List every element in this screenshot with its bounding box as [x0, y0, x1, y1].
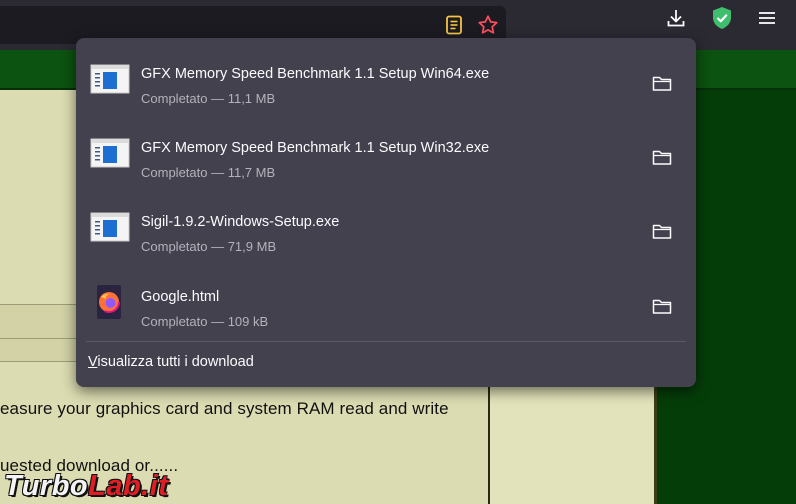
download-status: Completato — 71,9 MB [141, 239, 277, 254]
exe-file-icon [90, 64, 130, 94]
exe-file-icon [90, 138, 130, 168]
show-all-downloads-link[interactable]: Visualizza tutti i download [88, 354, 254, 370]
turbolab-watermark-logo: TurboLab.it [4, 470, 169, 502]
firefox-html-file-icon [94, 284, 124, 320]
folder-icon[interactable] [650, 146, 674, 168]
download-filename: Google.html [141, 289, 220, 305]
folder-icon[interactable] [650, 295, 674, 317]
download-item[interactable]: GFX Memory Speed Benchmark 1.1 Setup Win… [82, 44, 690, 112]
shield-check-icon[interactable] [707, 3, 737, 33]
download-item[interactable]: GFX Memory Speed Benchmark 1.1 Setup Win… [82, 118, 690, 186]
download-filename: GFX Memory Speed Benchmark 1.1 Setup Win… [141, 140, 490, 156]
download-status: Completato — 11,1 MB [141, 91, 276, 106]
downloads-arrow-icon[interactable] [661, 3, 691, 33]
download-status: Completato — 11,7 MB [141, 165, 276, 180]
folder-icon[interactable] [650, 220, 674, 242]
download-status: Completato — 109 kB [141, 314, 269, 329]
reader-view-icon[interactable] [439, 10, 469, 40]
panel-separator [86, 341, 686, 342]
download-filename: GFX Memory Speed Benchmark 1.1 Setup Win… [141, 66, 490, 82]
bookmark-star-icon[interactable] [473, 10, 503, 40]
download-item[interactable]: Sigil-1.9.2-Windows-Setup.exe Completato… [82, 192, 690, 260]
download-item[interactable]: Google.html Completato — 109 kB [82, 267, 690, 335]
page-text-line: easure your graphics card and system RAM… [0, 399, 449, 418]
downloads-panel: GFX Memory Speed Benchmark 1.1 Setup Win… [76, 38, 696, 387]
folder-icon[interactable] [650, 72, 674, 94]
hamburger-menu-icon[interactable] [752, 3, 782, 33]
download-filename: Sigil-1.9.2-Windows-Setup.exe [141, 214, 340, 230]
exe-file-icon [90, 212, 130, 242]
